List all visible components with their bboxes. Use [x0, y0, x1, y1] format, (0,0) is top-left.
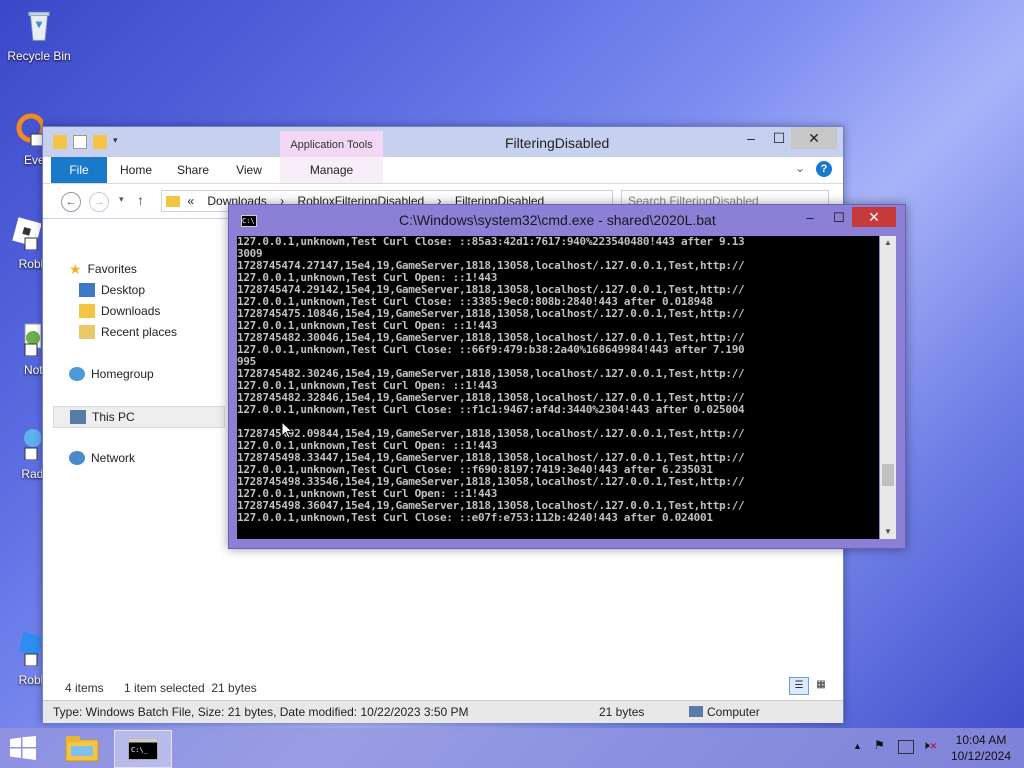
chevron-down-icon[interactable]: ▾ [113, 135, 123, 149]
recent-locations-chevron-icon[interactable]: ▾ [119, 194, 124, 205]
show-hidden-icons-button[interactable]: ▲ [853, 741, 862, 751]
item-count: 4 items [65, 681, 104, 695]
close-button[interactable]: ✕ [852, 207, 896, 227]
console-line: 127.0.0.1,unknown,Test Curl Close: ::85a… [237, 236, 745, 248]
file-explorer-icon [65, 736, 99, 762]
downloads-folder-icon [79, 304, 95, 318]
close-button[interactable]: ✕ [791, 127, 837, 149]
tab-share[interactable]: Share [173, 157, 213, 183]
minimize-button[interactable]: – [797, 208, 823, 228]
explorer-title-bar[interactable]: ▾ Application Tools FilteringDisabled – … [43, 127, 843, 159]
desktop-icon-recycle-bin[interactable]: Recycle Bin [3, 8, 75, 63]
scroll-up-icon[interactable]: ▲ [880, 236, 896, 250]
nav-network[interactable]: Network [69, 448, 135, 468]
folder-icon [53, 135, 67, 149]
system-clock[interactable]: 10:04 AM 10/12/2024 [946, 732, 1016, 764]
nav-homegroup[interactable]: Homegroup [69, 364, 154, 384]
minimize-button[interactable]: – [737, 127, 765, 149]
roblox-icon [12, 217, 42, 251]
up-button[interactable]: ↑ [137, 192, 144, 208]
star-icon: ★ [69, 261, 82, 277]
application-tools-context-label: Application Tools [280, 131, 383, 159]
location-label: Computer [707, 705, 760, 719]
homegroup-icon [69, 367, 85, 381]
forward-button[interactable]: → [89, 192, 109, 212]
tab-view[interactable]: View [231, 157, 267, 183]
navigation-pane: ★ Favorites Desktop Downloads Recent pla… [43, 219, 225, 689]
start-button[interactable] [10, 736, 36, 760]
recycle-bin-icon [28, 11, 50, 41]
console-line: 127.0.0.1,unknown,Test Curl Close: ::66f… [237, 343, 745, 356]
console-line: 127.0.0.1,unknown,Test Curl Close: ::e07… [237, 511, 713, 524]
nav-label: Downloads [101, 304, 161, 318]
desktop-icon [79, 283, 95, 297]
maximize-button[interactable]: ☐ [826, 208, 852, 228]
ribbon-tab-bar: File Home Share View Manage ⌄ ? [43, 157, 843, 184]
nav-label: This PC [92, 410, 135, 424]
nav-downloads[interactable]: Downloads [79, 301, 160, 321]
console-output[interactable]: 127.0.0.1,unknown,Test Curl Close: ::85a… [237, 236, 879, 539]
console-line: 127.0.0.1,unknown,Test Curl Close: ::f1c… [237, 403, 745, 416]
clock-date: 10/12/2024 [950, 749, 1012, 763]
quick-access-toolbar: ▾ [53, 135, 123, 149]
network-icon [69, 451, 85, 465]
large-icons-view-button[interactable]: ▦ [813, 677, 829, 693]
file-size: 21 bytes [599, 705, 645, 719]
action-center-flag-icon[interactable]: ⚑ [874, 738, 885, 752]
scrollbar-thumb[interactable] [882, 464, 894, 486]
tab-file[interactable]: File [51, 157, 107, 183]
nav-recent-places[interactable]: Recent places [79, 322, 177, 342]
tab-home[interactable]: Home [117, 157, 155, 183]
details-view-button[interactable]: ☰ [789, 677, 809, 695]
cmd-window-title: C:\Windows\system32\cmd.exe - shared\202… [399, 212, 716, 228]
nav-label: Recent places [101, 325, 178, 339]
nav-label: Desktop [101, 283, 146, 297]
selection-info: 1 item selected 21 bytes [124, 681, 257, 695]
svg-text:C:\_: C:\_ [131, 746, 149, 754]
back-button[interactable]: ← [61, 192, 81, 212]
taskbar-cmd[interactable]: C:\_ [114, 730, 172, 768]
roblox-studio-icon [18, 631, 44, 667]
clock-time: 10:04 AM [955, 733, 1007, 747]
maximize-button[interactable]: ☐ [765, 127, 793, 149]
vertical-scrollbar[interactable]: ▲ ▼ [880, 236, 896, 539]
mouse-cursor-icon [281, 421, 293, 439]
properties-icon[interactable] [73, 135, 87, 149]
file-details: Type: Windows Batch File, Size: 21 bytes… [53, 705, 469, 719]
nav-favorites[interactable]: ★ Favorites [69, 259, 137, 279]
cmd-title-bar[interactable]: C:\ C:\Windows\system32\cmd.exe - shared… [229, 205, 905, 233]
taskbar-file-explorer[interactable] [54, 730, 110, 766]
details-bar: Type: Windows Batch File, Size: 21 bytes… [43, 700, 843, 723]
computer-icon [689, 706, 703, 717]
volume-muted-icon[interactable]: 🕨✕ [922, 738, 937, 753]
cmd-icon: C:\ [241, 215, 257, 227]
cmd-window[interactable]: C:\ C:\Windows\system32\cmd.exe - shared… [228, 204, 906, 549]
ribbon-expand-icon[interactable]: ⌄ [795, 161, 805, 175]
radmin-vpn-icon [24, 429, 42, 461]
nav-label: Favorites [87, 262, 137, 276]
nav-label: Homegroup [91, 367, 154, 381]
everything-search-icon [16, 113, 46, 147]
desktop-icon-label: Recycle Bin [7, 49, 71, 63]
window-title: FilteringDisabled [505, 135, 610, 151]
nav-desktop[interactable]: Desktop [79, 280, 145, 300]
recent-places-icon [79, 325, 95, 339]
taskbar: C:\_ ▲ ⚑ 🕨✕ 10:04 AM 10/12/2024 [0, 728, 1024, 768]
nav-label: Network [91, 451, 136, 465]
cmd-icon: C:\_ [128, 738, 158, 760]
computer-icon [70, 410, 86, 424]
notepad-plus-icon [24, 323, 42, 357]
network-status-icon[interactable] [898, 740, 914, 754]
folder-icon [166, 196, 180, 208]
tab-manage[interactable]: Manage [280, 157, 383, 183]
help-icon[interactable]: ? [816, 161, 832, 177]
scroll-down-icon[interactable]: ▼ [880, 525, 896, 539]
new-folder-icon[interactable] [93, 135, 107, 149]
nav-this-pc[interactable]: This PC [53, 406, 225, 428]
breadcrumb-overflow[interactable]: « [187, 194, 194, 208]
